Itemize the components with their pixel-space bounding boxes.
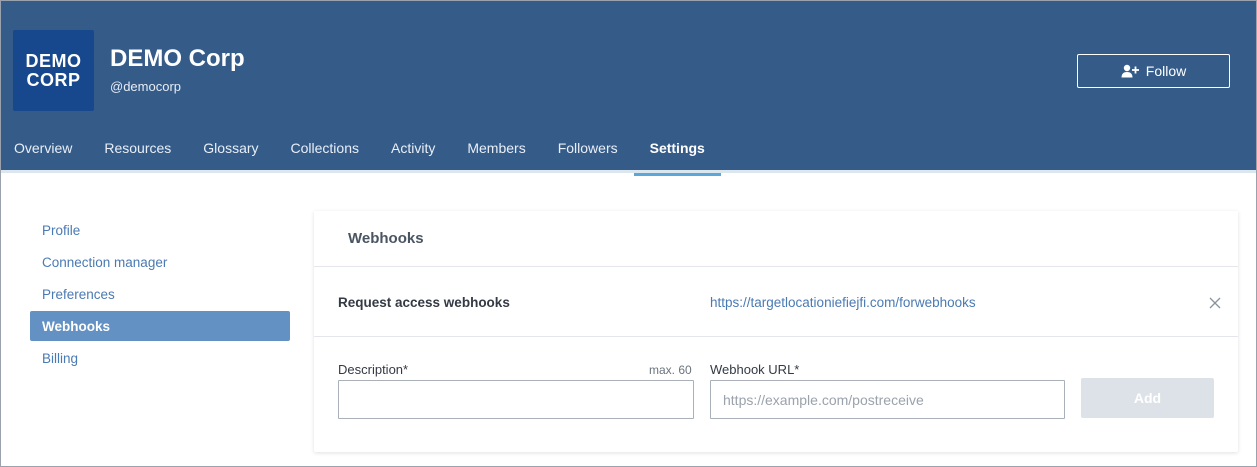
sidebar-item-preferences[interactable]: Preferences [30,279,290,309]
webhook-url-label: Webhook URL* [710,362,800,377]
tab-glossary[interactable]: Glossary [187,123,274,173]
sidebar-item-connection-manager[interactable]: Connection manager [30,247,290,277]
tab-resources[interactable]: Resources [88,123,187,173]
sidebar-item-profile[interactable]: Profile [30,215,290,245]
tab-followers[interactable]: Followers [542,123,634,173]
add-webhook-form: Description* max. 60 Webhook URL* Add [314,337,1238,451]
follow-button[interactable]: Follow [1077,54,1230,88]
follow-label: Follow [1145,63,1187,79]
org-header: DEMO CORP DEMO Corp @democorp Follow Ove… [1,1,1256,176]
org-name: DEMO Corp [110,45,245,72]
sidebar-item-webhooks[interactable]: Webhooks [30,311,290,341]
user-plus-icon [1121,64,1139,78]
tab-members[interactable]: Members [451,123,541,173]
webhook-url-input[interactable] [710,380,1065,419]
org-logo: DEMO CORP [13,30,94,111]
sidebar-item-billing[interactable]: Billing [30,343,290,373]
close-icon[interactable] [1207,295,1223,311]
tab-settings[interactable]: Settings [633,123,722,176]
description-label: Description* [338,362,409,377]
tab-collections[interactable]: Collections [275,123,375,173]
logo-line-2: CORP [26,69,81,90]
webhook-row: Request access webhooks https://targetlo… [314,267,1238,337]
settings-sidebar: Profile Connection manager Preferences W… [30,215,290,375]
logo-line-1: DEMO [25,50,82,71]
tab-overview[interactable]: Overview [1,123,88,173]
description-max-hint: max. 60 [649,363,692,377]
org-tabs: Overview Resources Glossary Collections … [1,123,722,176]
webhook-url-link[interactable]: https://targetlocationiefiejfi.com/forwe… [710,295,976,310]
description-input[interactable] [338,380,694,419]
add-button[interactable]: Add [1081,378,1214,418]
org-handle: @democorp [110,79,182,94]
webhooks-card: Webhooks Request access webhooks https:/… [314,211,1238,452]
tab-activity[interactable]: Activity [375,123,451,173]
card-title: Webhooks [314,211,1238,267]
webhook-description: Request access webhooks [338,295,510,310]
